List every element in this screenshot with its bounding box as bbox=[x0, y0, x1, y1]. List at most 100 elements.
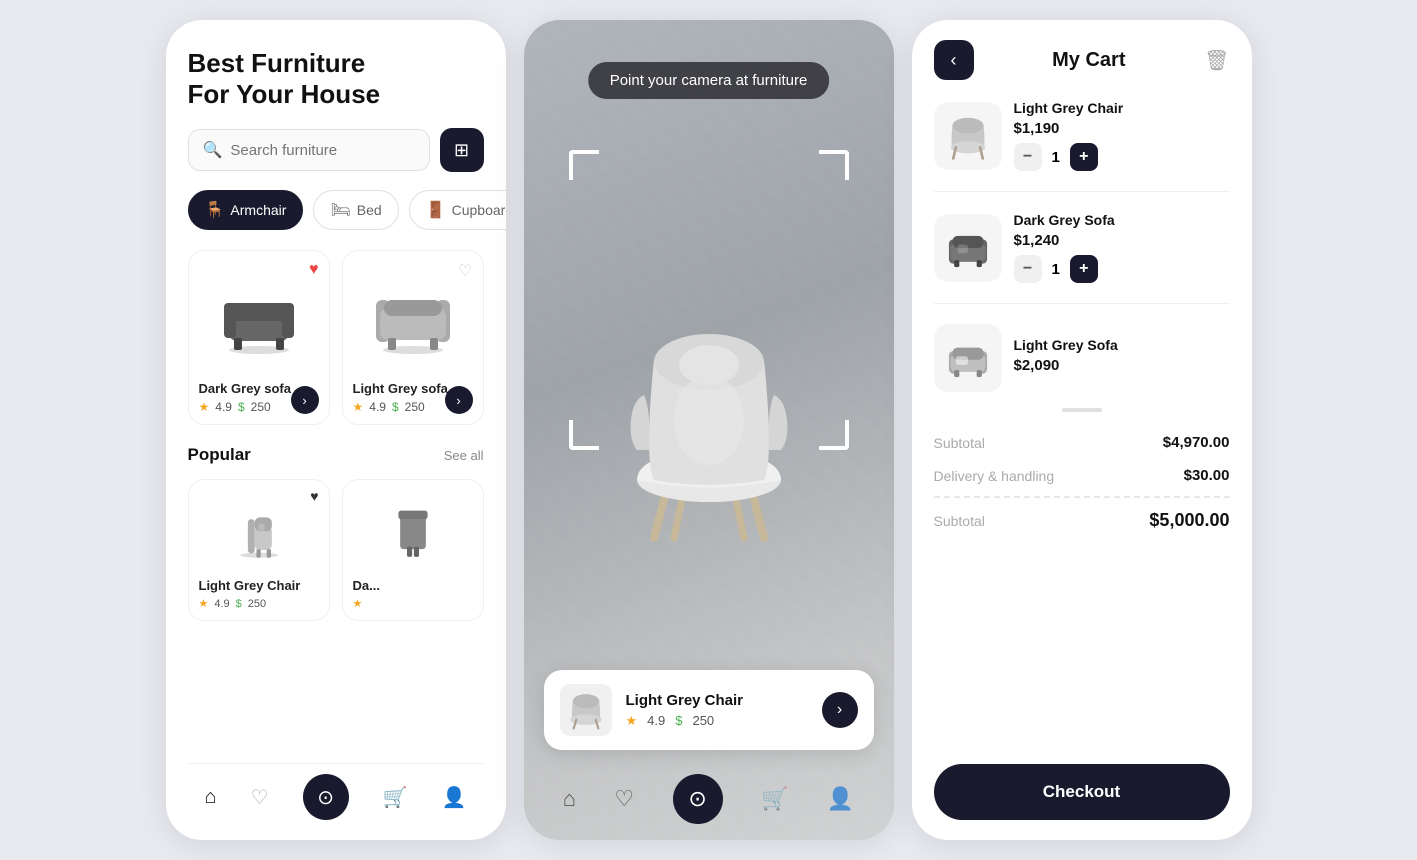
pop-meta-2: ★ bbox=[353, 597, 473, 610]
product-info-card: Light Grey Chair ★ 4.9 $ 250 › bbox=[544, 670, 874, 750]
star-icon-pop: ★ bbox=[199, 597, 209, 610]
cart-item-2: Dark Grey Sofa $1,240 − 1 + bbox=[934, 212, 1230, 283]
divider-1 bbox=[934, 191, 1230, 192]
search-input[interactable] bbox=[230, 142, 414, 159]
total-row: Subtotal $5,000.00 bbox=[934, 502, 1230, 539]
phone-screen-3: ‹ My Cart 🗑 Light Grey Chair bbox=[912, 20, 1252, 840]
search-icon: 🔍 bbox=[203, 140, 223, 160]
qty-plus-2[interactable]: + bbox=[1070, 255, 1098, 283]
qty-minus-1[interactable]: − bbox=[1014, 143, 1042, 171]
card-arrow-2[interactable]: › bbox=[445, 386, 473, 414]
nav-heart-icon[interactable]: ♡ bbox=[251, 785, 269, 810]
search-row: 🔍 ⊞ bbox=[188, 128, 484, 172]
heart-icon-2[interactable]: ♡ bbox=[458, 261, 472, 281]
category-cupboard[interactable]: 🚪 Cupboard bbox=[409, 190, 506, 230]
card-arrow-1[interactable]: › bbox=[291, 386, 319, 414]
popular-item-1: ♥ Light Grey Chair ★ 4.9 bbox=[188, 479, 330, 621]
nav-home-icon[interactable]: ⌂ bbox=[205, 786, 217, 809]
phone-screen-1: Best Furniture For Your House 🔍 ⊞ 🪑 Armc… bbox=[166, 20, 506, 840]
item-thumb-3 bbox=[934, 324, 1002, 392]
category-armchair[interactable]: 🪑 Armchair bbox=[188, 190, 304, 230]
pop-name-2: Da... bbox=[353, 578, 473, 593]
qty-num-2: 1 bbox=[1052, 261, 1060, 278]
cart-items-list: Light Grey Chair $1,190 − 1 + bbox=[934, 100, 1230, 392]
card-image-2 bbox=[353, 263, 473, 373]
nav-heart-icon-p2[interactable]: ♡ bbox=[614, 786, 634, 812]
category-bed[interactable]: 🛏 Bed bbox=[313, 190, 398, 230]
delivery-value: $30.00 bbox=[1184, 467, 1230, 484]
dollar-icon-2: $ bbox=[392, 400, 399, 414]
item-thumb-2 bbox=[934, 214, 1002, 282]
total-label: Subtotal bbox=[934, 513, 985, 529]
qty-num-1: 1 bbox=[1052, 149, 1060, 166]
delivery-label: Delivery & handling bbox=[934, 468, 1055, 484]
dollar-icon: $ bbox=[238, 400, 245, 414]
featured-card-1: ♥ Dark Grey sofa ★ 4.9 bbox=[188, 250, 330, 425]
camera-view: Point your camera at furniture bbox=[524, 20, 894, 840]
grid-button[interactable]: ⊞ bbox=[440, 128, 484, 172]
scroll-indicator bbox=[1062, 408, 1102, 412]
popular-title: Popular bbox=[188, 445, 251, 465]
qty-control-1: − 1 + bbox=[1014, 143, 1230, 171]
camera-badge: Point your camera at furniture bbox=[588, 62, 830, 99]
qty-minus-2[interactable]: − bbox=[1014, 255, 1042, 283]
nav-user-icon[interactable]: 👤 bbox=[442, 785, 467, 810]
product-name: Light Grey Chair bbox=[626, 692, 808, 709]
cupboard-icon: 🚪 bbox=[426, 200, 446, 220]
cart-header: ‹ My Cart 🗑 bbox=[934, 40, 1230, 80]
checkout-button[interactable]: Checkout bbox=[934, 764, 1230, 820]
qty-control-2: − 1 + bbox=[1014, 255, 1230, 283]
item-info-1: Light Grey Chair $1,190 − 1 + bbox=[1014, 100, 1230, 171]
featured-card-2: ♡ Light Grey sofa ★ 4.9 bbox=[342, 250, 484, 425]
pop-image-1 bbox=[199, 492, 319, 572]
summary-divider bbox=[934, 496, 1230, 498]
divider-2 bbox=[934, 303, 1230, 304]
nav-cart-icon-p2[interactable]: 🛒 bbox=[761, 786, 788, 812]
search-box[interactable]: 🔍 bbox=[188, 129, 430, 171]
star-icon: ★ bbox=[199, 400, 210, 414]
card-image-1 bbox=[199, 263, 319, 373]
bed-icon: 🛏 bbox=[330, 200, 350, 220]
nav-home-icon-p2[interactable]: ⌂ bbox=[563, 786, 576, 812]
category-tabs: 🪑 Armchair 🛏 Bed 🚪 Cupboard bbox=[188, 190, 484, 230]
order-summary: Subtotal $4,970.00 Delivery & handling $… bbox=[934, 426, 1230, 539]
cart-item-1: Light Grey Chair $1,190 − 1 + bbox=[934, 100, 1230, 171]
featured-cards: ♥ Dark Grey sofa ★ 4.9 bbox=[188, 250, 484, 425]
page-title: Best Furniture For Your House bbox=[188, 48, 484, 128]
phone-screen-2: Point your camera at furniture bbox=[524, 20, 894, 840]
product-details: Light Grey Chair ★ 4.9 $ 250 bbox=[626, 692, 808, 729]
trash-icon[interactable]: 🗑 bbox=[1204, 48, 1229, 73]
nav-user-icon-p2[interactable]: 👤 bbox=[827, 786, 854, 812]
qty-plus-1[interactable]: + bbox=[1070, 143, 1098, 171]
pop-image-2 bbox=[353, 492, 473, 572]
nav-scan-button[interactable]: ⊙ bbox=[303, 774, 349, 820]
back-button[interactable]: ‹ bbox=[934, 40, 974, 80]
scan-corner-tl bbox=[569, 150, 599, 180]
delivery-row: Delivery & handling $30.00 bbox=[934, 459, 1230, 492]
nav-cart-icon[interactable]: 🛒 bbox=[383, 785, 408, 810]
nav-scan-button-p2[interactable]: ⊙ bbox=[673, 774, 723, 824]
dollar-icon-pop: $ bbox=[236, 598, 242, 610]
star-icon-2: ★ bbox=[353, 400, 364, 414]
camera-bottom-nav: ⌂ ♡ ⊙ 🛒 👤 bbox=[524, 774, 894, 824]
heart-icon-1[interactable]: ♥ bbox=[309, 261, 319, 279]
dollar-icon-p2: $ bbox=[675, 713, 682, 728]
product-thumb bbox=[560, 684, 612, 736]
see-all-link[interactable]: See all bbox=[444, 448, 484, 463]
star-icon-pop2: ★ bbox=[353, 597, 363, 610]
product-arrow-button[interactable]: › bbox=[822, 692, 858, 728]
cart-item-3: Light Grey Sofa $2,090 bbox=[934, 324, 1230, 392]
item-info-2: Dark Grey Sofa $1,240 − 1 + bbox=[1014, 212, 1230, 283]
popular-list: ♥ Light Grey Chair ★ 4.9 bbox=[188, 479, 484, 621]
total-value: $5,000.00 bbox=[1149, 510, 1229, 531]
pop-name-1: Light Grey Chair bbox=[199, 578, 319, 593]
item-thumb-1 bbox=[934, 102, 1002, 170]
subtotal-row: Subtotal $4,970.00 bbox=[934, 426, 1230, 459]
subtotal-value: $4,970.00 bbox=[1163, 434, 1230, 451]
item-info-3: Light Grey Sofa $2,090 bbox=[1014, 337, 1230, 380]
armchair-icon: 🪑 bbox=[205, 200, 225, 220]
subtotal-label: Subtotal bbox=[934, 435, 985, 451]
heart-icon-pop-1[interactable]: ♥ bbox=[310, 488, 318, 504]
popular-header: Popular See all bbox=[188, 445, 484, 465]
bottom-nav: ⌂ ♡ ⊙ 🛒 👤 bbox=[188, 763, 484, 824]
